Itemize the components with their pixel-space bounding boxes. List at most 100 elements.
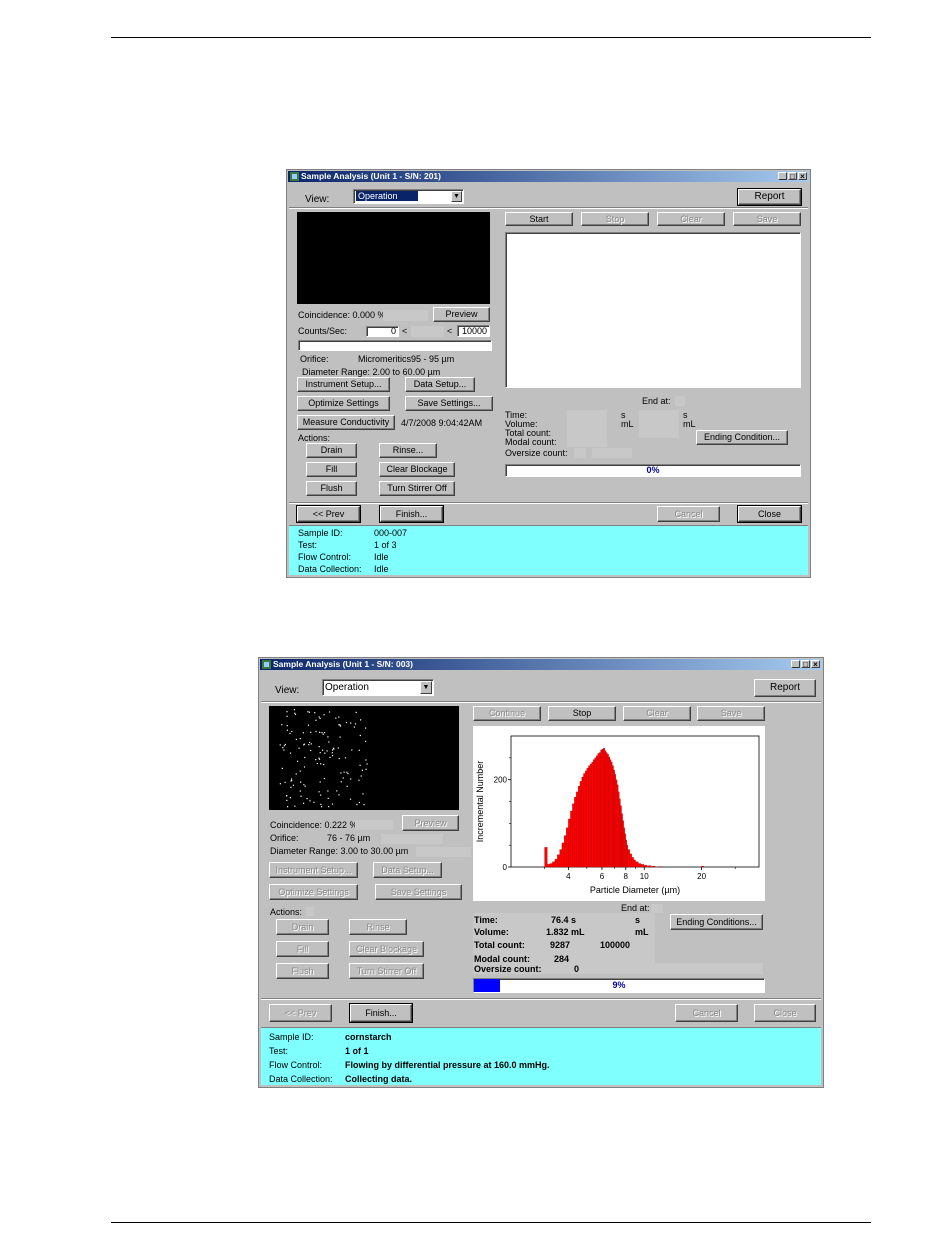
report-button[interactable]: Report xyxy=(754,679,816,697)
volume-label: Volume: xyxy=(474,927,509,937)
particle-dot xyxy=(340,772,342,774)
clear-button[interactable]: Clear xyxy=(623,706,691,721)
view-select[interactable]: Operation ▼ xyxy=(322,679,434,696)
status-flow-control-label: Flow Control: xyxy=(269,1060,323,1070)
particle-dot xyxy=(287,806,289,808)
y-tick-label: 200 xyxy=(494,776,508,785)
optimize-settings-button[interactable]: Optimize Settings xyxy=(269,884,358,900)
rinse-button[interactable]: Rinse... xyxy=(379,443,437,458)
ending-condition-button[interactable]: Ending Condition... xyxy=(696,430,788,445)
status-test-value: 1 of 1 xyxy=(345,1046,369,1056)
particle-dot xyxy=(300,795,302,797)
maximize-icon[interactable]: □ xyxy=(801,660,810,669)
particle-dot xyxy=(323,777,325,780)
histogram-bar xyxy=(624,833,626,868)
stop-button[interactable]: Stop xyxy=(548,706,616,721)
measure-conductivity-button[interactable]: Measure Conductivity xyxy=(297,415,395,430)
preview-button[interactable]: Preview xyxy=(433,307,490,322)
histogram-bar xyxy=(559,849,563,868)
save-button[interactable]: Save xyxy=(697,706,765,721)
save-button[interactable]: Save xyxy=(733,212,801,226)
particle-dot xyxy=(308,744,310,746)
chevron-down-icon[interactable]: ▼ xyxy=(420,681,432,694)
prev-button[interactable]: << Prev xyxy=(269,1004,332,1022)
less-than-symbol: < xyxy=(402,326,408,336)
ending-conditions-button[interactable]: Ending Conditions... xyxy=(670,914,763,930)
particle-dot xyxy=(309,800,311,802)
end-at-label: End at: xyxy=(642,396,671,406)
clear-button[interactable]: Clear xyxy=(657,212,725,226)
particle-dot xyxy=(310,731,312,733)
minimize-icon[interactable]: _ xyxy=(778,172,787,181)
view-select[interactable]: Operation ▼ xyxy=(353,189,464,204)
particle-dot xyxy=(286,725,288,727)
sample-analysis-window-1: Sample Analysis (Unit 1 - S/N: 201) _ □ … xyxy=(286,169,811,578)
data-setup-button[interactable]: Data Setup... xyxy=(405,377,475,392)
histogram-bar xyxy=(629,853,632,868)
view-label: View: xyxy=(305,194,330,205)
finish-button[interactable]: Finish... xyxy=(349,1003,413,1023)
particle-dot xyxy=(310,749,312,752)
total-count-value: 9287 xyxy=(550,940,571,950)
clear-blockage-button[interactable]: Clear Blockage xyxy=(349,941,424,957)
particle-dot xyxy=(315,719,317,721)
data-setup-button[interactable]: Data Setup... xyxy=(373,862,442,878)
chevron-down-icon[interactable]: ▼ xyxy=(451,191,462,202)
particle-dot xyxy=(304,756,306,759)
histogram-bar xyxy=(608,756,610,868)
status-flow-control-value: Flowing by differential pressure at 160.… xyxy=(345,1060,550,1070)
fill-button[interactable]: Fill xyxy=(306,462,357,477)
counts-input[interactable]: 0 xyxy=(366,326,399,337)
cancel-button[interactable]: Cancel xyxy=(657,506,720,522)
finish-button[interactable]: Finish... xyxy=(379,505,444,523)
particle-dot xyxy=(338,794,340,796)
turn-stirrer-off-button[interactable]: Turn Stirrer Off xyxy=(379,481,455,496)
particle-dot xyxy=(363,804,365,806)
particle-dot xyxy=(322,733,324,735)
prev-button[interactable]: << Prev xyxy=(296,505,361,523)
histogram-bar xyxy=(570,810,573,868)
drain-button[interactable]: Drain xyxy=(276,919,329,935)
flush-button[interactable]: Flush xyxy=(276,963,329,979)
close-button[interactable]: Close xyxy=(737,505,802,523)
save-settings-button[interactable]: Save Settings xyxy=(375,884,462,900)
counts-value: 0 xyxy=(390,326,396,336)
drain-button[interactable]: Drain xyxy=(306,443,357,458)
preview-button[interactable]: Preview xyxy=(402,815,459,831)
counts-max-input[interactable]: 10000 xyxy=(457,325,490,337)
report-button[interactable]: Report xyxy=(737,188,802,206)
close-icon[interactable]: × xyxy=(811,660,820,669)
minimize-icon[interactable]: _ xyxy=(791,660,800,669)
status-sample-id-value: 000-007 xyxy=(374,528,408,538)
close-icon[interactable]: × xyxy=(798,172,807,181)
continue-button[interactable]: Continue xyxy=(473,706,541,721)
particle-dot xyxy=(290,778,293,780)
cancel-button[interactable]: Cancel xyxy=(675,1004,738,1022)
particle-dot xyxy=(360,719,362,721)
optimize-settings-button[interactable]: Optimize Settings xyxy=(297,396,390,411)
status-data-collection-label: Data Collection: xyxy=(298,564,362,574)
particle-dot xyxy=(294,805,296,807)
histogram-bar xyxy=(622,820,624,868)
particle-dot xyxy=(303,743,306,745)
instrument-setup-button[interactable]: Instrument Setup... xyxy=(269,862,358,878)
stop-button[interactable]: Stop xyxy=(581,212,649,226)
instrument-setup-button[interactable]: Instrument Setup... xyxy=(297,377,390,392)
particle-dot xyxy=(299,738,301,740)
start-button[interactable]: Start xyxy=(505,212,573,226)
particle-dot xyxy=(328,806,330,808)
rinse-button[interactable]: Rinse xyxy=(349,919,407,935)
maximize-icon[interactable]: □ xyxy=(788,172,797,181)
particle-dot xyxy=(365,768,367,770)
particle-dot xyxy=(320,794,322,796)
progress-bar: 0% xyxy=(505,464,801,477)
fill-button[interactable]: Fill xyxy=(276,941,329,957)
histogram-bar xyxy=(701,865,704,868)
clear-blockage-button[interactable]: Clear Blockage xyxy=(379,462,455,477)
particle-dot xyxy=(350,778,352,780)
save-settings-button[interactable]: Save Settings... xyxy=(405,396,493,411)
turn-stirrer-off-button[interactable]: Turn Stirrer Off xyxy=(349,963,424,979)
close-button[interactable]: Close xyxy=(754,1004,816,1022)
oversize-count-label: Oversize count: xyxy=(505,448,568,458)
flush-button[interactable]: Flush xyxy=(306,481,357,496)
